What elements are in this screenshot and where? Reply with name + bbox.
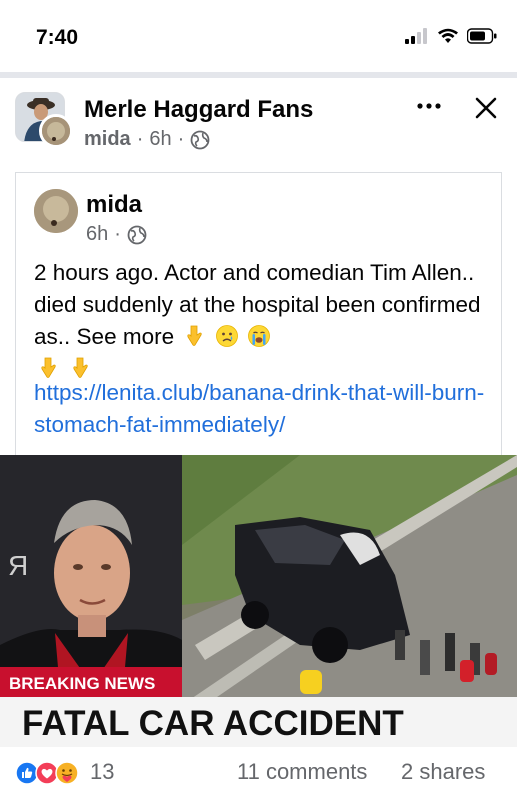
shares-count[interactable]: 2 shares [401, 759, 485, 785]
close-icon[interactable] [472, 94, 500, 122]
status-bar: 7:40 [0, 0, 517, 72]
globe-icon [127, 225, 147, 244]
loudly-crying-face-emoji [248, 325, 270, 347]
care-icon [55, 761, 79, 785]
pointing-down-emoji [187, 325, 203, 346]
shared-post-time[interactable]: 6h [86, 223, 108, 246]
post-meta: mida · 6h · [84, 128, 210, 151]
post-author[interactable]: mida [84, 128, 131, 151]
signal-icon [405, 28, 427, 44]
author-avatar[interactable] [39, 114, 73, 148]
meta-separator: · [136, 128, 144, 150]
like-icon [15, 761, 39, 785]
post-link[interactable]: https://lenita.club/banana-drink-that-wi… [34, 377, 494, 441]
comments-count[interactable]: 11 comments [237, 759, 367, 785]
post-header: Merle Haggard Fans mida · 6h · [0, 78, 517, 164]
more-options-icon[interactable] [412, 92, 446, 120]
wifi-icon [438, 28, 458, 43]
post-time[interactable]: 6h [149, 128, 171, 151]
shared-author-name[interactable]: mida [86, 191, 142, 219]
meta-separator: · [114, 223, 121, 245]
status-time: 7:40 [36, 26, 79, 49]
post-image[interactable]: Я BREAKING NEWS FATAL CAR ACCIDENT [0, 455, 517, 747]
see-more-link[interactable]: See more [77, 324, 175, 349]
status-icons [405, 28, 497, 44]
backdrop-letter: Я [8, 550, 28, 581]
page-name[interactable]: Merle Haggard Fans [84, 96, 313, 124]
globe-icon [190, 130, 210, 149]
shared-post-card[interactable]: mida 6h · 2 hours ago. Actor and comedia… [15, 172, 502, 455]
battery-icon [467, 28, 497, 44]
post-text: 2 hours ago. Actor and comedian Tim Alle… [34, 257, 489, 385]
crying-face-emoji [215, 325, 238, 347]
headline-text: FATAL CAR ACCIDENT [22, 704, 404, 743]
breaking-news-label: BREAKING NEWS [9, 674, 155, 693]
news-collage-image: Я BREAKING NEWS FATAL CAR ACCIDENT [0, 455, 517, 747]
engagement-bar: 13 11 comments 2 shares [0, 747, 517, 800]
love-icon [35, 761, 59, 785]
shared-author-avatar[interactable] [34, 189, 78, 233]
shared-post-meta: 6h · [86, 223, 147, 246]
reaction-icons[interactable] [15, 761, 85, 785]
meta-separator: · [177, 128, 185, 150]
reaction-count[interactable]: 13 [90, 759, 114, 785]
page-avatar-group[interactable] [15, 92, 73, 150]
